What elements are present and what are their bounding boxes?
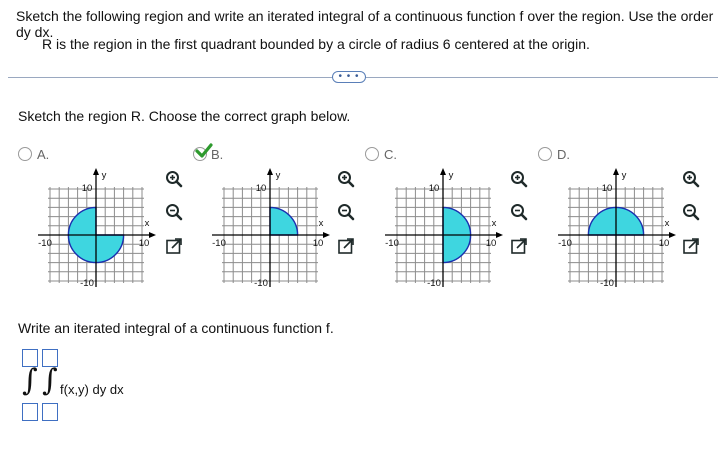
y-axis-label: y	[449, 170, 454, 181]
option-c-radio[interactable]	[365, 147, 379, 161]
question-description: R is the region in the first quadrant bo…	[42, 36, 590, 52]
zoom-in-icon[interactable]	[163, 168, 185, 190]
y-axis-label: y	[622, 170, 627, 181]
tick-label-y-max: 10	[429, 183, 440, 194]
y-axis-label: y	[102, 170, 107, 181]
option-b-label[interactable]: B.	[211, 147, 223, 162]
expand-icon[interactable]	[163, 235, 185, 257]
tick-label-y-min: -10	[600, 278, 614, 289]
option-d-graph: y x 10 -10 10 -10	[556, 165, 678, 295]
zoom-in-icon[interactable]	[508, 168, 530, 190]
zoom-out-icon[interactable]	[680, 201, 702, 223]
option-a-label[interactable]: A.	[37, 147, 49, 162]
part2-prompt: Write an iterated integral of a continuo…	[18, 320, 334, 336]
expand-icon[interactable]	[680, 235, 702, 257]
tick-label-x-min: -10	[212, 238, 226, 249]
outer-integral-sign: ∫	[22, 363, 38, 398]
tick-label-y-max: 10	[256, 183, 267, 194]
zoom-in-icon[interactable]	[680, 168, 702, 190]
zoom-in-icon[interactable]	[335, 168, 357, 190]
option-a-radio[interactable]	[18, 147, 32, 161]
tick-label-y-max: 10	[602, 183, 613, 194]
x-axis-label: x	[492, 218, 497, 229]
tick-label-x-min: -10	[38, 238, 52, 249]
x-axis-label: x	[319, 218, 324, 229]
part1-prompt: Sketch the region R. Choose the correct …	[18, 108, 351, 124]
tick-label-x-max: 10	[313, 238, 324, 249]
tick-label-x-min: -10	[558, 238, 572, 249]
tick-label-x-max: 10	[659, 238, 670, 249]
more-button[interactable]: • • •	[332, 71, 366, 83]
x-axis-label: x	[665, 218, 670, 229]
tick-label-y-max: 10	[82, 183, 93, 194]
integrand: f(x,y) dy dx	[60, 382, 124, 397]
option-b-graph: y x 10 -10 10 -10	[210, 165, 332, 295]
tick-label-x-max: 10	[139, 238, 150, 249]
option-d-label[interactable]: D.	[557, 147, 570, 162]
x-axis-label: x	[145, 218, 150, 229]
option-c-label[interactable]: C.	[384, 147, 397, 162]
option-d-radio[interactable]	[538, 147, 552, 161]
zoom-out-icon[interactable]	[163, 201, 185, 223]
tick-label-y-min: -10	[427, 278, 441, 289]
tick-label-y-min: -10	[254, 278, 268, 289]
tick-label-x-max: 10	[486, 238, 497, 249]
region-r	[269, 206, 299, 236]
inner-lower-limit-input[interactable]	[42, 403, 58, 421]
outer-lower-limit-input[interactable]	[22, 403, 38, 421]
expand-icon[interactable]	[508, 235, 530, 257]
expand-icon[interactable]	[335, 235, 357, 257]
option-a-graph: y x 10 -10 10 -10	[36, 165, 158, 295]
tick-label-y-min: -10	[80, 278, 94, 289]
inner-integral-sign: ∫	[42, 363, 58, 398]
tick-label-x-min: -10	[385, 238, 399, 249]
option-c-graph: y x 10 -10 10 -10	[383, 165, 505, 295]
zoom-out-icon[interactable]	[508, 201, 530, 223]
zoom-out-icon[interactable]	[335, 201, 357, 223]
y-axis-label: y	[276, 170, 281, 181]
